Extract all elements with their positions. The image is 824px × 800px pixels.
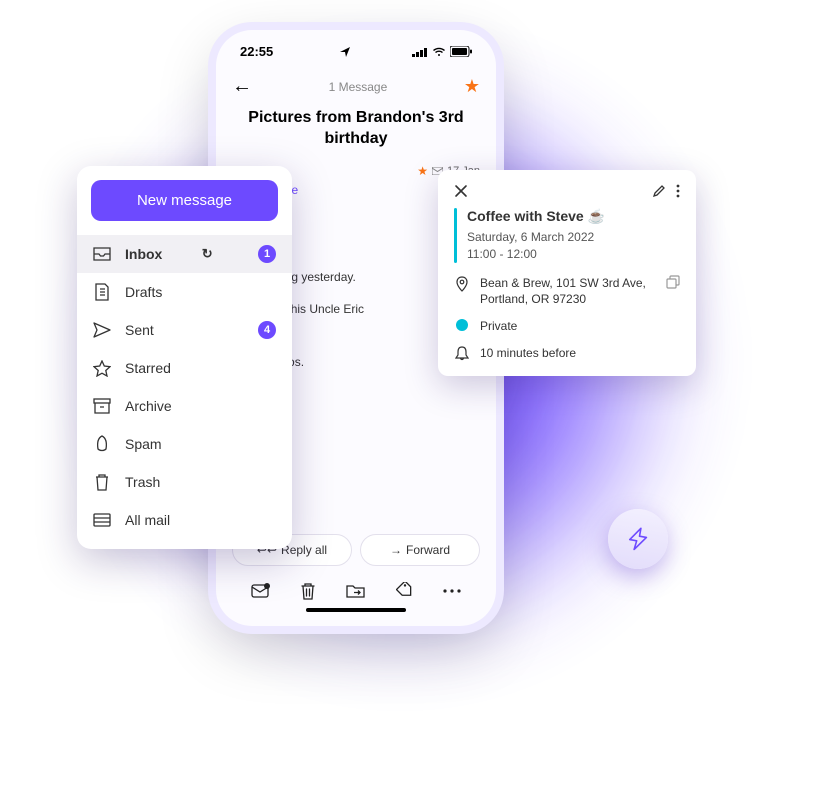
edit-icon[interactable] (652, 184, 666, 198)
move-icon[interactable] (346, 583, 366, 599)
starred-icon (93, 359, 111, 377)
signal-icon (412, 47, 428, 57)
sidebar-item-trash[interactable]: Trash (77, 463, 292, 501)
status-time: 22:55 (240, 44, 273, 59)
event-title: Coffee with Steve ☕ (467, 208, 605, 225)
email-subject: Pictures from Brandon's 3rd birthday (238, 108, 474, 150)
trash-icon[interactable] (300, 582, 316, 600)
event-location: Bean & Brew, 101 SW 3rd Ave,Portland, OR… (480, 275, 646, 309)
sidebar-item-starred[interactable]: Starred (77, 349, 292, 387)
sidebar-label: Archive (125, 398, 172, 414)
sidebar-label: Starred (125, 360, 171, 376)
event-visibility: Private (480, 318, 517, 335)
inbox-badge: 1 (258, 245, 276, 263)
location-icon (454, 276, 470, 292)
sidebar-item-inbox[interactable]: Inbox ↻ 1 (77, 235, 292, 273)
new-message-button[interactable]: New message (91, 180, 278, 221)
inbox-icon (93, 245, 111, 263)
sidebar-item-drafts[interactable]: Drafts (77, 273, 292, 311)
battery-icon (450, 46, 472, 57)
wifi-icon (432, 47, 446, 57)
visibility-dot-icon (454, 319, 470, 331)
sidebar-label: Drafts (125, 284, 162, 300)
drafts-icon (93, 283, 111, 301)
location-arrow-icon (340, 47, 350, 57)
star-icon[interactable]: ★ (464, 76, 480, 97)
sidebar-label: All mail (125, 512, 170, 528)
close-icon[interactable] (454, 184, 468, 198)
forward-button[interactable]: →Forward (360, 534, 480, 566)
sidebar-item-all-mail[interactable]: All mail (77, 501, 292, 539)
copy-icon[interactable] (666, 275, 680, 289)
mark-unread-icon[interactable] (251, 583, 271, 599)
sidebar-item-sent[interactable]: Sent 4 (77, 311, 292, 349)
sidebar-item-spam[interactable]: Spam (77, 425, 292, 463)
back-button[interactable]: ← (232, 75, 252, 98)
bolt-icon (626, 525, 650, 552)
sent-badge: 4 (258, 321, 276, 339)
event-reminder: 10 minutes before (480, 345, 576, 362)
reminder-bell-icon (454, 346, 470, 361)
sidebar: New message Inbox ↻ 1 Drafts Sent 4 Star… (77, 166, 292, 549)
more-vertical-icon[interactable] (676, 184, 680, 198)
event-card: Coffee with Steve ☕ Saturday, 6 March 20… (438, 170, 696, 376)
message-count: 1 Message (329, 80, 388, 94)
sidebar-label: Trash (125, 474, 160, 490)
forward-icon: → (390, 543, 402, 557)
all-mail-icon (93, 511, 111, 529)
sent-icon (93, 321, 111, 339)
refresh-icon[interactable]: ↻ (202, 246, 213, 262)
event-date: Saturday, 6 March 2022 (467, 229, 605, 246)
more-icon[interactable] (443, 589, 461, 593)
sidebar-label: Sent (125, 322, 154, 338)
spam-icon (93, 435, 111, 453)
star-small-icon: ★ (417, 164, 428, 178)
trash-side-icon (93, 473, 111, 491)
sidebar-label: Inbox (125, 246, 162, 262)
archive-icon (93, 397, 111, 415)
sidebar-label: Spam (125, 436, 162, 452)
sidebar-item-archive[interactable]: Archive (77, 387, 292, 425)
event-color-bar (454, 208, 457, 263)
home-indicator[interactable] (306, 608, 406, 612)
event-time: 11:00 - 12:00 (467, 246, 605, 263)
label-icon[interactable] (396, 582, 414, 600)
status-bar: 22:55 (232, 42, 480, 61)
